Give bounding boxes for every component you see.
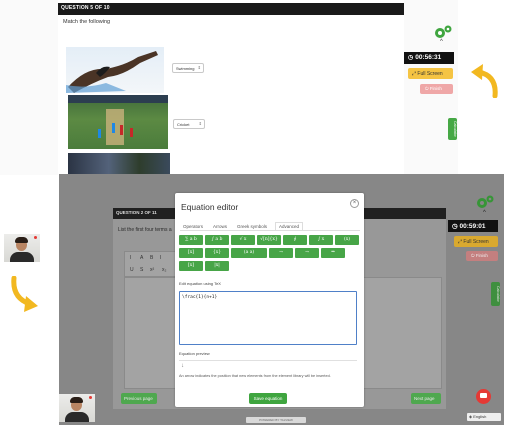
swimmer-image: [66, 47, 164, 93]
language-label: English: [473, 414, 487, 419]
full-screen-label: Full Screen: [417, 71, 443, 77]
sum-button[interactable]: ∑ a b: [179, 235, 203, 245]
nth-root-button[interactable]: √[n]{x}: [257, 235, 281, 245]
preview-label: Equation preview: [179, 351, 210, 356]
tex-edit-label: Edit equation using TeX: [179, 281, 221, 286]
timer-value: 00:59:01: [459, 223, 486, 230]
rich-text-toolbar: I A B I U S x² x₂: [124, 251, 176, 277]
calculator-side-tab[interactable]: Calculator: [491, 282, 500, 306]
next-page-button[interactable]: Next page: [411, 393, 441, 404]
right-arrow-button[interactable]: →: [269, 248, 293, 258]
calculator-side-tab[interactable]: Calculator: [448, 118, 457, 140]
implies-button[interactable]: ⇒: [321, 248, 345, 258]
matrix-button[interactable]: (a a): [231, 248, 267, 258]
cricket-image: [68, 95, 168, 149]
toolbar-italic-button[interactable]: I: [130, 255, 131, 261]
toolbar-strike-button[interactable]: S: [140, 267, 143, 273]
save-equation-button[interactable]: Save equation: [249, 393, 287, 404]
tab-operators[interactable]: Operators: [183, 224, 203, 229]
toolbar-underline-button[interactable]: U: [130, 267, 134, 273]
equation-preview: [179, 360, 357, 375]
curved-arrow-icon: [8, 275, 42, 319]
integral-button[interactable]: ∫ a b: [205, 235, 229, 245]
match-select-1[interactable]: Swimming ⇕: [172, 63, 204, 73]
webcam-thumbnail: [4, 234, 40, 262]
indefinite-integral-button[interactable]: ∫ x: [309, 235, 333, 245]
vector-arrow-button[interactable]: →: [295, 248, 319, 258]
finish-button[interactable]: ⏻ Finish: [466, 251, 498, 261]
match-select-1-value: Swimming: [176, 66, 195, 71]
recording-dot-icon: [34, 236, 37, 239]
toolbar-italic-button-2[interactable]: I: [160, 255, 161, 261]
previous-page-button[interactable]: Previous page: [121, 393, 157, 404]
question-instruction: List the first four terms a: [118, 227, 172, 233]
chat-icon[interactable]: [476, 389, 491, 404]
insert-note: An arrow indicates the position that new…: [179, 374, 331, 378]
tab-advanced[interactable]: Advanced: [275, 222, 304, 230]
collapse-caret-icon[interactable]: ^: [483, 210, 486, 216]
sqrt-button[interactable]: √ x: [231, 235, 255, 245]
tex-input[interactable]: \frac{1}{n+1}: [179, 291, 357, 345]
toolbar-subscript-button[interactable]: x₂: [162, 267, 166, 273]
match-select-2-value: Cricket: [177, 122, 190, 127]
stadium-image: [68, 153, 170, 175]
close-icon[interactable]: ×: [350, 199, 359, 208]
webcam-thumbnail: [59, 394, 95, 422]
question-number: QUESTION 2 OF 11: [116, 210, 157, 215]
tab-greek-symbols[interactable]: Greek symbols: [237, 224, 267, 229]
parentheses-button[interactable]: (x): [335, 235, 359, 245]
collapse-caret-icon[interactable]: ^: [440, 39, 443, 45]
contour-integral-button[interactable]: ∮: [283, 235, 307, 245]
abs-value-button[interactable]: |x|: [205, 261, 229, 271]
clock-icon: ◷: [408, 55, 414, 61]
powered-by-footer: POWERED BY TALVIEW: [246, 417, 306, 423]
finish-label: Finish: [475, 253, 488, 258]
tab-divider: [180, 230, 360, 231]
brackets-button[interactable]: [x]: [179, 248, 203, 258]
question-number: QUESTION 5 OF 10: [61, 5, 110, 11]
match-select-2[interactable]: Cricket ⇕: [173, 119, 205, 129]
toolbar-bold-button[interactable]: B: [150, 255, 153, 261]
chevron-updown-icon: ⇕: [197, 65, 201, 70]
equation-editor-modal: Equation editor × Operators Arrows Greek…: [175, 193, 364, 407]
toolbar-superscript-button[interactable]: x²: [150, 267, 154, 273]
chevron-updown-icon: ⇕: [198, 121, 202, 126]
tab-arrows[interactable]: Arrows: [213, 224, 227, 229]
finish-button[interactable]: ⏻ Finish: [420, 84, 453, 94]
finish-label: Finish: [429, 86, 442, 91]
modal-title: Equation editor: [181, 202, 239, 212]
settings-gear-icon[interactable]: [433, 24, 453, 45]
full-screen-button[interactable]: ⤢ Full Screen: [454, 236, 498, 247]
insert-arrow-icon: ↓: [181, 363, 184, 369]
full-screen-label: Full Screen: [463, 239, 489, 245]
language-selector[interactable]: ◈ English: [467, 413, 501, 421]
exam-timer: ◷ 00:56:31: [404, 52, 454, 64]
question-header-top: QUESTION 5 OF 10: [58, 3, 404, 15]
timer-value: 00:56:31: [415, 54, 442, 61]
question-instruction: Match the following: [63, 19, 111, 25]
full-screen-button[interactable]: ⤢ Full Screen: [408, 68, 453, 79]
exam-timer: ◷ 00:59:01: [448, 220, 498, 232]
floor-button[interactable]: [x]: [179, 261, 203, 271]
curved-arrow-icon: [467, 62, 501, 103]
braces-button[interactable]: {x}: [205, 248, 229, 258]
recording-dot-icon: [89, 396, 92, 399]
toolbar-font-button[interactable]: A: [140, 255, 143, 261]
